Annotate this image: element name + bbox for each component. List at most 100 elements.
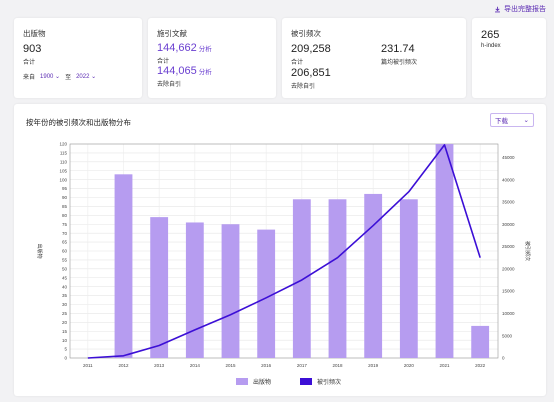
from-year-select[interactable]: 1900 ⌄: [40, 73, 60, 80]
y-tick-label: 35: [62, 293, 68, 298]
citing-total[interactable]: 144,662 分析: [157, 42, 212, 54]
line-citations: [87, 144, 481, 359]
citation-chart: 0 5 10 15 20 25 30 35 40 45 50 55 60 65 70 75 80 85 90 95 10…: [36, 142, 531, 368]
y-tick-label: 50: [62, 266, 68, 271]
y-tick-label: 115: [60, 151, 68, 156]
times-cited-total-label: 合计: [291, 60, 304, 66]
y-tick-label: 120: [59, 142, 67, 147]
legend-publications[interactable]: 出版物: [236, 377, 271, 386]
y-tick-label: 25: [62, 311, 68, 316]
publications-card: 出版物 903 合计 来自 1900 ⌄ 至 2022 ⌄: [14, 18, 142, 98]
bar-publications: [150, 217, 169, 358]
y2-tick-label: 30000: [502, 222, 515, 227]
legend-swatch-publications: [236, 378, 248, 385]
y-tick-label: 80: [62, 213, 68, 218]
y-tick-label: 10: [62, 338, 68, 343]
x-tick-label: 2012: [118, 363, 129, 368]
x-tick-label: 2014: [190, 363, 201, 368]
y-tick-label: 0: [64, 356, 67, 361]
x-tick-label: 2017: [297, 363, 308, 368]
y-tick-label: 85: [62, 204, 68, 209]
y2-tick-label: 0: [502, 356, 505, 361]
y2-tick-label: 5000: [502, 333, 513, 338]
to-year-select[interactable]: 2022 ⌄: [76, 73, 96, 80]
avg-citations: 231.74: [381, 43, 415, 55]
y-tick-label: 60: [62, 249, 68, 254]
citing-excl[interactable]: 144,065 分析: [157, 65, 212, 77]
h-index-card: 265 h-index: [472, 18, 546, 98]
y-tick-label: 100: [59, 177, 67, 182]
times-cited-excl-label: 去除自引: [291, 84, 316, 90]
y2-tick-label: 25000: [502, 244, 515, 249]
bar-publications: [471, 325, 490, 358]
export-report-link[interactable]: 导出完整报告: [494, 4, 546, 14]
times-cited-card: 被引频次 209,258 合计 231.74 篇均被引频次 206,851 去除…: [282, 18, 466, 98]
x-tick-label: 2019: [368, 363, 379, 368]
h-index-label: h-index: [481, 43, 501, 49]
y-tick-label: 110: [60, 159, 68, 164]
y-tick-label: 70: [62, 231, 68, 236]
y2-tick-label: 35000: [502, 200, 515, 205]
times-cited-title: 被引频次: [291, 29, 321, 38]
y2-axis-label: 被引频次: [524, 241, 531, 261]
y2-tick-label: 20000: [502, 266, 515, 271]
y-tick-label: 40: [62, 284, 68, 289]
y-tick-label: 15: [62, 329, 68, 334]
chevron-down-icon: ⌄: [55, 74, 61, 80]
y-tick-label: 45: [62, 275, 68, 280]
times-cited-excl: 206,851: [291, 67, 331, 79]
y-tick-label: 65: [62, 240, 68, 245]
citing-title: 施引文献: [157, 29, 187, 38]
publications-value: 903: [23, 43, 42, 55]
chart-card: 按年份的被引频次和出版物分布 下载 ⌄ 0 5 10 15 20 25 30 35 40 45 50…: [14, 104, 546, 396]
citing-total-label: 合计: [157, 59, 170, 65]
times-cited-total: 209,258: [291, 43, 331, 55]
y2-tick-label: 40000: [502, 177, 515, 182]
bar-publications: [292, 199, 311, 358]
year-range: 来自 1900 ⌄ 至 2022 ⌄: [23, 72, 96, 81]
y2-tick-label: 10000: [502, 311, 515, 316]
publications-value-label: 合计: [23, 60, 36, 66]
x-tick-label: 2021: [439, 363, 450, 368]
y-tick-label: 20: [62, 320, 68, 325]
legend-citations[interactable]: 被引频次: [300, 377, 341, 386]
to-label: 至: [65, 75, 72, 81]
x-tick-label: 2018: [332, 363, 343, 368]
citing-articles-card: 施引文献 144,662 分析 合计 144,065 分析 去除自引: [148, 18, 276, 98]
y-tick-label: 5: [64, 347, 67, 352]
y-axis-label: 出版物: [36, 243, 43, 258]
bar-publications: [185, 222, 204, 358]
bar-publications: [435, 144, 454, 358]
publications-title: 出版物: [23, 29, 46, 38]
avg-citations-label: 篇均被引频次: [381, 60, 418, 66]
citing-excl-label: 去除自引: [157, 82, 182, 88]
x-tick-label: 2022: [475, 363, 486, 368]
x-tick-label: 2016: [261, 363, 272, 368]
x-tick-label: 2013: [154, 363, 165, 368]
y-tick-label: 55: [62, 258, 68, 263]
export-report-label: 导出完整报告: [504, 6, 546, 13]
x-tick-label: 2020: [404, 363, 415, 368]
y-tick-label: 75: [62, 222, 68, 227]
chevron-down-icon: ⌄: [91, 74, 97, 80]
y-tick-label: 90: [62, 195, 68, 200]
citing-excl-analyze-link: 分析: [198, 69, 212, 76]
y-tick-label: 30: [62, 302, 68, 307]
legend-label-publications: 出版物: [253, 380, 272, 386]
citing-total-analyze-link: 分析: [198, 46, 212, 53]
bar-publications: [328, 199, 347, 358]
bar-publications: [221, 224, 240, 358]
bar-publications: [399, 199, 418, 358]
y2-tick-label: 15000: [502, 289, 515, 294]
download-icon: [495, 6, 500, 12]
bar-publications: [114, 174, 133, 358]
bar-publications: [364, 193, 383, 358]
y-tick-label: 105: [59, 168, 67, 173]
h-index-value: 265: [481, 29, 500, 41]
x-tick-label: 2015: [225, 363, 236, 368]
legend-swatch-citations: [300, 378, 312, 385]
from-label: 来自: [23, 75, 36, 81]
x-tick-label: 2011: [83, 363, 93, 368]
legend-label-citations: 被引频次: [317, 380, 342, 386]
y2-tick-label: 45000: [502, 155, 515, 160]
